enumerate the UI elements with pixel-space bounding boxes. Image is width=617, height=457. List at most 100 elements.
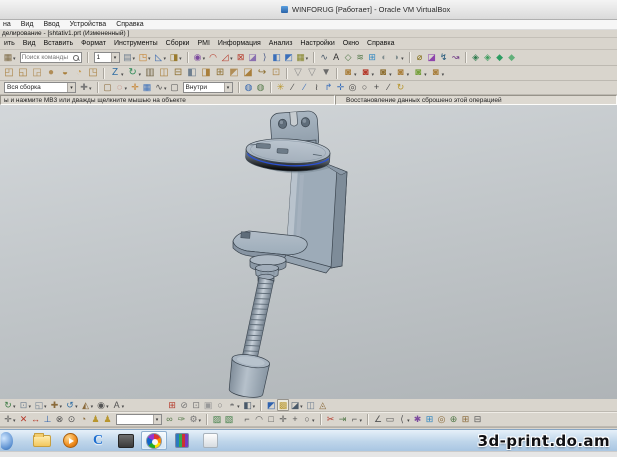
plus-icon[interactable]: + (289, 414, 301, 426)
window-layout-icon[interactable]: ◫ (305, 399, 317, 411)
chevron-down-icon[interactable]: ▾ (300, 404, 303, 410)
chevron-down-icon[interactable]: ▾ (91, 404, 94, 410)
chevron-down-icon[interactable]: ▾ (44, 404, 47, 410)
chevron-down-icon[interactable]: ▾ (152, 415, 161, 424)
assembly-cube-icon-3[interactable]: ◙ (376, 67, 390, 79)
clip-section-icon[interactable]: ◩ (265, 399, 277, 411)
quick-extend-icon[interactable]: ⇥ (337, 414, 349, 426)
center-snap-icon[interactable]: ⊙ (66, 414, 78, 426)
no-snap-icon[interactable]: ✕ (18, 414, 30, 426)
chevron-down-icon[interactable]: ▾ (407, 72, 410, 78)
constraints-icon[interactable]: ▧ (223, 414, 235, 426)
thread-icon[interactable]: ◧ (185, 67, 199, 79)
role-advanced-icon[interactable]: ◈ (482, 52, 494, 64)
reattach-icon[interactable]: ✑ (176, 414, 188, 426)
chevron-down-icon[interactable]: ▾ (306, 56, 309, 62)
selection-priority-combo[interactable]: Внутри ▾ (182, 82, 233, 93)
menu-item-7[interactable]: Информация (214, 40, 265, 47)
chevron-down-icon[interactable]: ▾ (253, 404, 256, 410)
snap-line-icon[interactable]: ∕ (287, 82, 299, 94)
wireframe-icon[interactable]: ⊞ (166, 399, 178, 411)
body-taper-icon[interactable]: ▼ (319, 67, 333, 79)
taskbar-capture-app-button[interactable] (113, 431, 139, 450)
menu-item-10[interactable]: Окно (339, 40, 363, 47)
menu-item-9[interactable]: Настройки (296, 40, 338, 47)
cylinder-primitive-icon[interactable]: ◱ (16, 67, 30, 79)
menu-item-2[interactable]: Ввод (40, 21, 66, 28)
menu-item-4[interactable]: Справка (113, 21, 150, 28)
studio-view-icon[interactable]: ⊡ (190, 399, 202, 411)
shaded-edges-icon[interactable]: ○ (214, 399, 226, 411)
intersection-snap-icon[interactable]: ⊗ (54, 414, 66, 426)
constraint-icon[interactable]: ▭ (384, 414, 396, 426)
menu-item-4[interactable]: Инструменты (110, 40, 162, 47)
chevron-down-icon[interactable]: ▾ (110, 53, 119, 62)
split-body-icon[interactable]: ⊡ (269, 67, 283, 79)
chevron-down-icon[interactable]: ▾ (106, 404, 109, 410)
pocket-icon[interactable]: ◔ (72, 67, 86, 79)
menu-item-2[interactable]: Вставить (39, 40, 77, 47)
offset-curve-icon[interactable]: ◎ (436, 414, 448, 426)
link-icon[interactable]: ∞ (164, 414, 176, 426)
pattern-curve-icon[interactable]: ⊞ (460, 414, 472, 426)
assembly-cube-icon-2[interactable]: ◙ (359, 67, 373, 79)
chevron-down-icon[interactable]: ▾ (13, 56, 16, 62)
chevron-down-icon[interactable]: ▾ (401, 56, 404, 62)
snap-refresh-icon[interactable]: ↻ (395, 82, 407, 94)
selection-scope-combo[interactable]: Вся сборка ▾ (4, 82, 76, 93)
endpoint-snap-icon[interactable]: ↔ (30, 414, 42, 426)
taper-icon[interactable]: ▽ (305, 67, 319, 79)
chevron-down-icon[interactable]: ▾ (67, 83, 75, 92)
sketch-name-combo[interactable]: ▾ (115, 414, 162, 425)
profile-icon[interactable]: ⌐ (241, 414, 253, 426)
globe-select-icon[interactable]: ◍ (255, 82, 267, 94)
assembly-cube-icon-6[interactable]: ◙ (429, 67, 443, 79)
menu-item-1[interactable]: Вид (18, 21, 41, 28)
menu-item-3[interactable]: Формат (77, 40, 110, 47)
mirror-feature-icon[interactable]: ⊞ (366, 52, 378, 64)
menu-item-11[interactable]: Справка (363, 40, 398, 47)
trim-body-icon[interactable]: ⊠ (235, 52, 247, 64)
snap-curve-icon[interactable]: ≀ (311, 82, 323, 94)
chevron-down-icon[interactable]: ▾ (199, 418, 202, 424)
pad-icon[interactable]: ◳ (86, 67, 100, 79)
taskbar-color-app-button[interactable] (169, 431, 195, 450)
chevron-down-icon[interactable]: ▾ (442, 72, 445, 78)
chevron-down-icon[interactable]: ▾ (89, 86, 92, 92)
menu-item-3[interactable]: Устройства (67, 21, 114, 28)
materials-icon[interactable]: ◆ (494, 52, 506, 64)
auto-dimension-icon[interactable]: ✱ (412, 414, 424, 426)
cone-primitive-icon[interactable]: ◲ (30, 67, 44, 79)
project-curve-icon[interactable]: ⊕ (448, 414, 460, 426)
chevron-down-icon[interactable]: ▾ (360, 418, 363, 424)
convert-icon[interactable]: ⊟ (472, 414, 484, 426)
face-analysis-icon[interactable]: ▣ (202, 399, 214, 411)
search-icon[interactable] (72, 54, 80, 62)
wrap-icon[interactable]: ↪ (255, 67, 269, 79)
chevron-down-icon[interactable]: ▾ (122, 404, 125, 410)
wcs-orient-icon[interactable]: ✛ (129, 82, 141, 94)
snap-add-icon[interactable]: + (371, 82, 383, 94)
midpoint-snap-icon[interactable]: ⊥ (42, 414, 54, 426)
through-curves-icon[interactable]: ≋ (354, 52, 366, 64)
revolve-icon[interactable]: ↻ (126, 67, 140, 79)
select-all-icon[interactable]: ▢ (102, 82, 114, 94)
rib-icon[interactable]: ▥ (143, 67, 157, 79)
surface-icon[interactable]: ◇ (342, 52, 354, 64)
assembly-cube-icon-1[interactable]: ◙ (341, 67, 355, 79)
start-button-partial[interactable] (1, 431, 27, 450)
chevron-down-icon[interactable]: ▾ (312, 418, 315, 424)
snap-circle-icon[interactable]: ○ (359, 82, 371, 94)
point-icon[interactable]: ✛ (277, 414, 289, 426)
assembly-cube-icon-5[interactable]: ◙ (411, 67, 425, 79)
vm-titlebar[interactable]: WINFORUG [Работает] - Oracle VM VirtualB… (0, 0, 617, 20)
taskbar-explorer-button[interactable] (29, 431, 55, 450)
draft-body-icon[interactable]: ▽ (291, 67, 305, 79)
chevron-down-icon[interactable]: ▾ (424, 72, 427, 78)
chevron-down-icon[interactable]: ▾ (60, 404, 63, 410)
menu-item-6[interactable]: PMI (193, 40, 213, 47)
dimension-icon[interactable]: ∠ (372, 414, 384, 426)
curve-analysis-icon[interactable]: ↯ (438, 52, 450, 64)
chevron-down-icon[interactable]: ▾ (139, 72, 142, 78)
chevron-down-icon[interactable]: ▾ (121, 72, 124, 78)
